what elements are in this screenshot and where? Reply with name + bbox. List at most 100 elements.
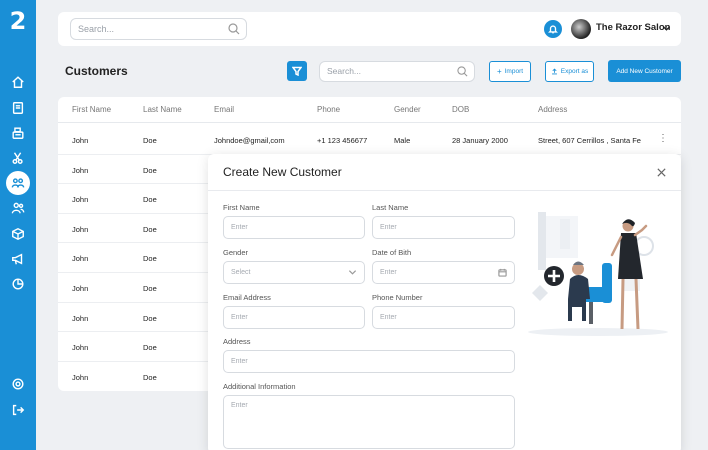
gender-select[interactable]: Select	[223, 261, 365, 284]
sidebar-item-logout[interactable]	[8, 400, 28, 420]
address-label: Address	[223, 337, 251, 346]
user-name[interactable]: The Razor Salon	[596, 22, 670, 33]
modal-title: Create New Customer	[223, 165, 342, 179]
table-row[interactable]: John Doe Johndoe@gmail,com +1 123 456677…	[58, 125, 681, 155]
column-header-gender[interactable]: Gender	[394, 105, 421, 114]
search-icon	[228, 23, 240, 35]
cell-first-name: John	[72, 284, 89, 293]
cell-last-name: Doe	[143, 343, 157, 353]
box-icon	[12, 227, 24, 241]
column-header-address[interactable]: Address	[538, 105, 567, 114]
global-search-placeholder: Search...	[78, 24, 115, 34]
app-logo: 2	[9, 7, 27, 35]
export-button[interactable]: Export as	[545, 61, 594, 82]
global-search-input[interactable]: Search...	[70, 18, 247, 40]
first-name-placeholder: Enter	[231, 224, 248, 231]
pie-chart-icon	[12, 278, 24, 290]
email-field[interactable]: Enter	[223, 306, 365, 329]
dob-field[interactable]: Enter	[372, 261, 515, 284]
cell-last-name: Doe	[143, 284, 157, 293]
phone-label: Phone Number	[372, 293, 423, 302]
add-customer-button[interactable]: Add New Customer	[608, 60, 681, 82]
customer-search-placeholder: Search...	[327, 66, 362, 76]
export-label: Export as	[560, 68, 589, 75]
cell-last-name: Doe	[143, 372, 157, 382]
last-name-field[interactable]: Enter	[372, 216, 515, 239]
import-button[interactable]: + Import	[489, 61, 531, 82]
address-field[interactable]: Enter	[223, 350, 515, 373]
address-placeholder: Enter	[231, 358, 248, 365]
sidebar-item-appointments[interactable]	[8, 98, 28, 118]
filter-button[interactable]	[287, 61, 307, 81]
salon-illustration	[528, 212, 668, 336]
bell-icon	[548, 25, 558, 34]
additional-info-placeholder: Enter	[231, 402, 248, 409]
column-header-phone[interactable]: Phone	[317, 105, 340, 114]
page-title: Customers	[65, 64, 128, 78]
plus-icon: +	[496, 67, 502, 76]
cell-first-name: John	[72, 165, 89, 175]
additional-info-field[interactable]: Enter	[223, 395, 515, 449]
customer-search-input[interactable]: Search...	[319, 61, 475, 82]
cell-last-name: Doe	[143, 165, 157, 175]
gear-icon	[12, 378, 24, 390]
dob-label: Date of Bith	[372, 248, 412, 257]
phone-placeholder: Enter	[380, 314, 397, 321]
search-icon	[457, 66, 468, 77]
sidebar-item-services[interactable]	[8, 148, 28, 168]
cell-first-name: John	[72, 313, 89, 323]
column-header-dob[interactable]: DOB	[452, 105, 469, 114]
email-label: Email Address	[223, 293, 271, 302]
first-name-label: First Name	[223, 203, 260, 212]
customers-icon	[11, 178, 25, 188]
scissors-icon	[12, 152, 23, 164]
sidebar: 2	[0, 0, 36, 450]
additional-info-label: Additional Information	[223, 382, 296, 391]
cell-first-name: John	[72, 343, 89, 353]
last-name-label: Last Name	[372, 203, 409, 212]
sidebar-item-customers[interactable]	[6, 171, 30, 195]
import-label: Import	[504, 68, 524, 75]
first-name-field[interactable]: Enter	[223, 216, 365, 239]
upload-icon	[551, 68, 557, 75]
megaphone-icon	[12, 253, 23, 265]
chevron-down-icon	[348, 270, 357, 275]
sidebar-item-settings[interactable]	[8, 374, 28, 394]
dob-placeholder: Enter	[380, 269, 397, 276]
avatar[interactable]	[571, 19, 591, 39]
phone-field[interactable]: Enter	[372, 306, 515, 329]
cell-gender: Male	[394, 136, 411, 145]
gender-placeholder: Select	[231, 269, 251, 276]
cell-first-name: John	[72, 254, 89, 264]
chevron-down-icon[interactable]	[662, 24, 671, 33]
sidebar-item-register[interactable]	[8, 123, 28, 143]
cell-email: Johndoe@gmail,com	[214, 136, 285, 145]
book-icon	[12, 102, 24, 114]
sidebar-item-inventory[interactable]	[8, 224, 28, 244]
cell-phone: +1 123 456677	[317, 136, 368, 145]
column-header-email[interactable]: Email	[214, 105, 234, 114]
email-placeholder: Enter	[231, 314, 248, 321]
cell-first-name: John	[72, 224, 89, 234]
home-icon	[12, 76, 24, 88]
cell-last-name: Doe	[143, 313, 157, 323]
row-menu-icon[interactable]: ⋮	[658, 134, 668, 144]
sidebar-item-marketing[interactable]	[8, 249, 28, 269]
column-header-first-name[interactable]: First Name	[72, 105, 111, 114]
create-customer-modal: Create New Customer First Name Enter Las…	[208, 154, 681, 450]
notifications-button[interactable]	[544, 20, 562, 38]
sidebar-item-reports[interactable]	[8, 274, 28, 294]
gender-label: Gender	[223, 248, 249, 257]
cell-address: Street, 607 Cerrillos , Santa Fe	[538, 136, 641, 145]
staff-icon	[11, 202, 25, 214]
sidebar-item-staff[interactable]	[8, 198, 28, 218]
cell-last-name: Doe	[143, 254, 157, 264]
sidebar-item-home[interactable]	[8, 72, 28, 92]
cash-register-icon	[12, 127, 24, 139]
column-header-last-name[interactable]: Last Name	[143, 105, 182, 114]
close-icon[interactable]	[656, 167, 667, 178]
cell-last-name: Doe	[143, 224, 157, 234]
calendar-icon[interactable]	[498, 268, 507, 277]
last-name-placeholder: Enter	[380, 224, 397, 231]
cell-dob: 28 January 2000	[452, 136, 508, 145]
